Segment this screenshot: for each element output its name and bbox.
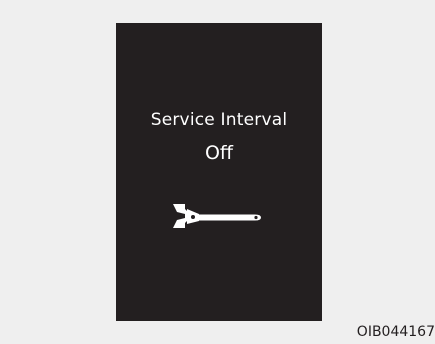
cluster-display: Service Interval Off (116, 23, 322, 321)
wrench-icon (173, 204, 261, 228)
service-interval-status: Off (204, 142, 234, 164)
service-interval-title: Service Interval (150, 110, 288, 130)
figure-code-caption: OIB044167 (356, 324, 435, 340)
